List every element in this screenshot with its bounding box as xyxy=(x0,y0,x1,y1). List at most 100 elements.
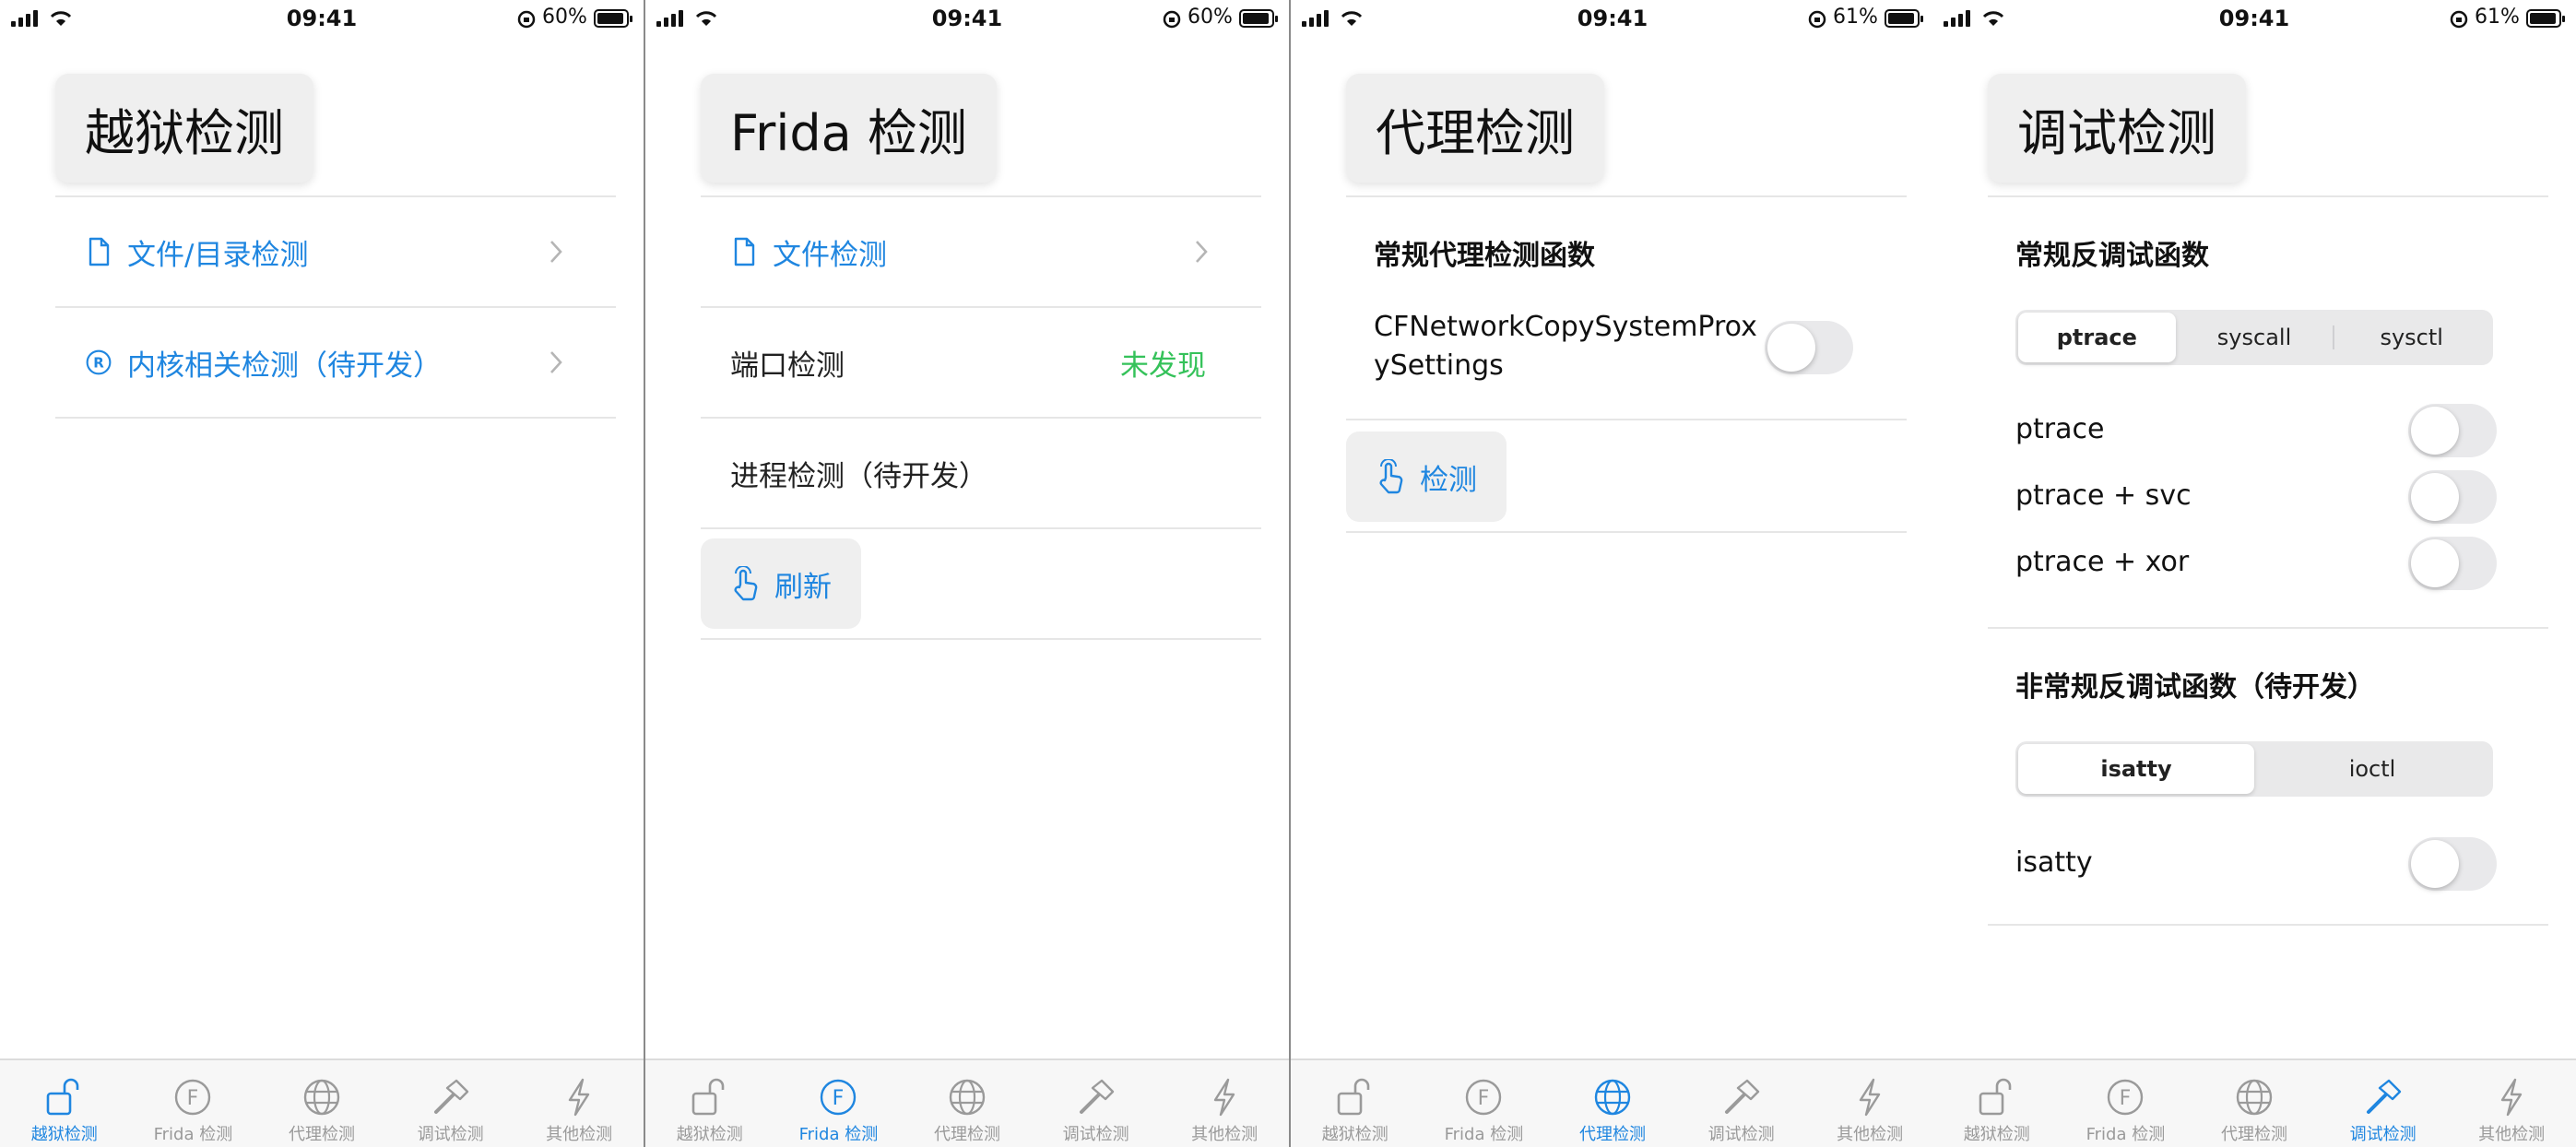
hammer-icon xyxy=(1724,1079,1759,1114)
ptrace-svc-toggle[interactable] xyxy=(2408,470,2497,524)
tab-frida[interactable]: F Frida 检测 xyxy=(129,1060,258,1147)
segment-syscall[interactable]: syscall xyxy=(2176,313,2334,362)
screen-frida: 09:41 60% Frida 检测 文件检测 端口检测 未发现 进程检测（待开… xyxy=(645,0,1289,1147)
tab-debug[interactable]: 调试检测 xyxy=(2319,1060,2448,1147)
refresh-button[interactable]: 刷新 xyxy=(701,538,861,629)
tab-label: 调试检测 xyxy=(1707,1125,1775,1144)
document-icon xyxy=(89,237,110,266)
app-root: 09:41 60% 越狱检测 文件/目录检测 R 内核相关检测（待开发） 越狱检… xyxy=(0,0,2576,1147)
circle-f-icon: F xyxy=(821,1079,857,1116)
tab-frida[interactable]: F Frida 检测 xyxy=(2062,1060,2191,1147)
tab-label: 越狱检测 xyxy=(1321,1125,1388,1144)
detect-label: 检测 xyxy=(1420,463,1477,497)
svg-text:F: F xyxy=(1478,1087,1490,1110)
tab-debug[interactable]: 调试检测 xyxy=(1032,1060,1161,1147)
segment-ptrace[interactable]: ptrace xyxy=(2018,313,2176,362)
globe-icon xyxy=(1594,1079,1631,1116)
globe-icon xyxy=(303,1079,340,1116)
segment-ioctl[interactable]: ioctl xyxy=(2254,744,2490,794)
circle-f-icon: F xyxy=(1466,1079,1502,1116)
hand-tap-icon xyxy=(734,566,758,601)
svg-text:F: F xyxy=(833,1087,845,1110)
chevron-right-icon xyxy=(550,241,562,263)
unlock-icon xyxy=(691,1078,725,1116)
isatty-toggle[interactable] xyxy=(2408,837,2497,891)
tab-jailbreak[interactable]: 越狱检测 xyxy=(645,1060,774,1147)
tab-jailbreak[interactable]: 越狱检测 xyxy=(0,1060,129,1147)
page-title: Frida 检测 xyxy=(701,74,997,183)
tab-label: Frida 检测 xyxy=(153,1125,233,1144)
tab-proxy[interactable]: 代理检测 xyxy=(1548,1060,1677,1147)
divider xyxy=(1988,627,2548,629)
segment-isatty[interactable]: isatty xyxy=(2018,744,2254,794)
ptrace-svc-label: ptrace + svc xyxy=(2015,479,2192,512)
tab-frida[interactable]: F Frida 检测 xyxy=(774,1060,904,1147)
tab-other[interactable]: 其他检测 xyxy=(2447,1060,2576,1147)
isatty-segmented-control: isatty ioctl xyxy=(2015,741,2493,797)
tab-label: Frida 检测 xyxy=(2086,1125,2166,1144)
kernel-check-row[interactable]: R 内核相关检测（待开发） xyxy=(55,308,616,417)
status-bar: 09:41 61% xyxy=(1932,0,2576,41)
tab-other[interactable]: 其他检测 xyxy=(1160,1060,1289,1147)
detect-button[interactable]: 检测 xyxy=(1346,432,1507,522)
tab-label: Frida 检测 xyxy=(798,1125,879,1144)
proxy-function-label-line1: CFNetworkCopySystemProx xyxy=(1374,311,1757,343)
tab-label: 代理检测 xyxy=(2220,1125,2287,1144)
tab-other[interactable]: 其他检测 xyxy=(1805,1060,1934,1147)
tab-other[interactable]: 其他检测 xyxy=(514,1060,644,1147)
tab-label: 代理检测 xyxy=(288,1125,355,1144)
section-title: 常规代理检测函数 xyxy=(1374,240,1595,272)
divider xyxy=(701,638,1261,640)
tab-label: 代理检测 xyxy=(933,1125,1000,1144)
tab-proxy[interactable]: 代理检测 xyxy=(2190,1060,2319,1147)
status-bar: 09:41 60% xyxy=(645,0,1289,41)
divider xyxy=(55,417,616,419)
globe-icon xyxy=(949,1079,986,1116)
process-check-label: 进程检测（待开发） xyxy=(730,459,987,493)
tab-proxy[interactable]: 代理检测 xyxy=(903,1060,1032,1147)
page-title: 越狱检测 xyxy=(55,74,313,183)
proxy-function-toggle[interactable] xyxy=(1765,321,1853,374)
circle-f-icon: F xyxy=(2108,1079,2144,1116)
port-check-row: 端口检测 未发现 xyxy=(701,308,1261,417)
tab-frida[interactable]: F Frida 检测 xyxy=(1420,1060,1549,1147)
divider xyxy=(1988,195,2548,197)
tab-bar: 越狱检测 F Frida 检测 代理检测 调试检测 其他检测 xyxy=(0,1058,644,1147)
tab-debug[interactable]: 调试检测 xyxy=(1677,1060,1806,1147)
divider xyxy=(1346,419,1907,420)
circle-f-icon: F xyxy=(175,1079,211,1116)
rotation-lock-icon xyxy=(517,10,536,29)
unlock-icon xyxy=(1337,1078,1370,1116)
tab-proxy[interactable]: 代理检测 xyxy=(257,1060,386,1147)
proxy-function-label-line2: ySettings xyxy=(1374,349,1504,382)
tab-label: 调试检测 xyxy=(2349,1125,2416,1144)
battery-icon xyxy=(1885,9,1923,28)
ptrace-xor-toggle[interactable] xyxy=(2408,537,2497,590)
tab-debug[interactable]: 调试检测 xyxy=(386,1060,515,1147)
file-check-row[interactable]: 文件检测 xyxy=(701,197,1261,306)
battery-percent: 61% xyxy=(2475,6,2520,29)
tab-jailbreak[interactable]: 越狱检测 xyxy=(1291,1060,1420,1147)
status-bar: 09:41 61% xyxy=(1291,0,1934,41)
tab-label: 其他检测 xyxy=(2478,1125,2546,1144)
hand-tap-icon xyxy=(1379,459,1403,494)
port-status: 未发现 xyxy=(1120,349,1206,383)
section-title: 非常规反调试函数（待开发） xyxy=(2015,671,2375,704)
divider xyxy=(1988,924,2548,926)
bolt-icon xyxy=(1859,1078,1881,1117)
segment-sysctl[interactable]: sysctl xyxy=(2333,313,2490,362)
ptrace-toggle[interactable] xyxy=(2408,404,2497,457)
chevron-right-icon xyxy=(550,351,562,373)
tab-bar: 越狱检测 F Frida 检测 代理检测 调试检测 其他检测 xyxy=(645,1058,1289,1147)
rotation-lock-icon xyxy=(1163,10,1181,29)
file-directory-check-row[interactable]: 文件/目录检测 xyxy=(55,197,616,306)
file-directory-check-label: 文件/目录检测 xyxy=(127,238,309,272)
divider xyxy=(1346,531,1907,533)
ptrace-xor-label: ptrace + xor xyxy=(2015,546,2190,578)
tab-label: 其他检测 xyxy=(546,1125,613,1144)
ptrace-label: ptrace xyxy=(2015,413,2105,445)
unlock-icon xyxy=(46,1078,79,1116)
tab-label: 其他检测 xyxy=(1837,1125,1904,1144)
battery-percent: 60% xyxy=(1188,6,1233,29)
tab-jailbreak[interactable]: 越狱检测 xyxy=(1932,1060,2062,1147)
